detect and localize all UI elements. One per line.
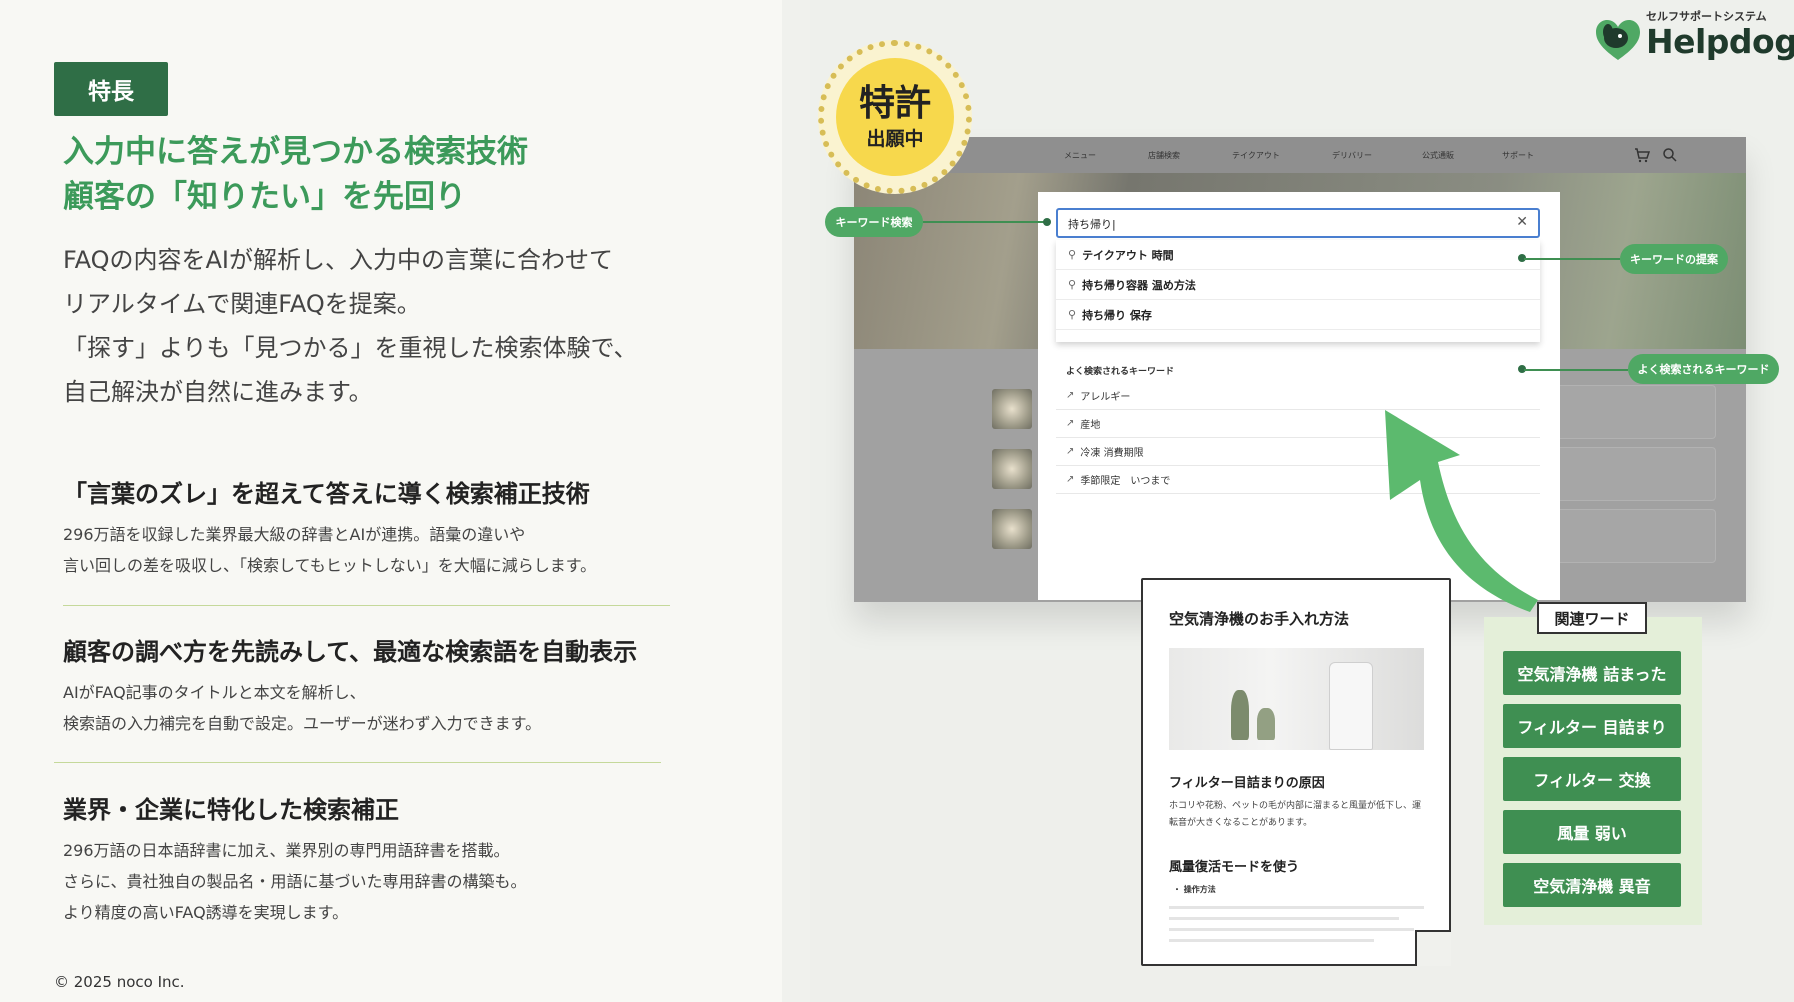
feature-3-line-1: 296万語の日本語辞書に加え、業界別の専門用語辞書を搭載。 <box>63 841 510 860</box>
callout-line <box>1524 369 1628 371</box>
lead-line-3: 「探す」よりも「見つかる」を重視した検索体験で、 <box>63 334 638 362</box>
feature-1: 「言葉のズレ」を超えて答えに導く検索補正技術 296万語を収録した業界最大級の辞… <box>63 474 596 581</box>
copyright: © 2025 noco Inc. <box>54 973 185 991</box>
popular-keywords-title: よく検索されるキーワード <box>1066 367 1175 377</box>
feature-3-line-3: より精度の高いFAQ誘導を実現します。 <box>63 903 349 922</box>
article-subheading: 風量復活モードを使う <box>1169 860 1300 875</box>
search-input[interactable]: 持ち帰り| ✕ <box>1056 208 1540 238</box>
lead-text: FAQの内容をAIが解析し、入力中の言葉に合わせて リアルタイムで関連FAQを提… <box>63 238 638 414</box>
callout-line <box>923 221 1047 223</box>
ghost-card <box>1554 509 1716 563</box>
nav-item[interactable]: サポート <box>1502 150 1534 161</box>
related-word-button[interactable]: フィルター 目詰まり <box>1503 704 1681 748</box>
headline-line-2: 顧客の「知りたい」を先回り <box>63 179 466 215</box>
trending-icon: ↗ <box>1066 390 1075 401</box>
suggestion-label: 持ち帰り容器 温め方法 <box>1082 278 1196 292</box>
suggestion-item[interactable]: ⚲ テイクアウト 時間 <box>1056 240 1540 270</box>
food-thumbnail <box>992 449 1032 489</box>
suggestion-item[interactable]: ⚲ 持ち帰り容器 温め方法 <box>1056 270 1540 300</box>
logo-wordmark: Helpdog <box>1646 22 1794 61</box>
divider <box>54 762 661 763</box>
nav-item[interactable]: テイクアウト <box>1232 150 1280 161</box>
search-input-value: 持ち帰り| <box>1068 218 1116 231</box>
article-heading: フィルター目詰まりの原因 <box>1169 776 1325 791</box>
trending-icon: ↗ <box>1066 418 1075 429</box>
text-placeholder-bar <box>1169 906 1424 909</box>
suggestion-item[interactable]: ⚲ 持ち帰り 保存 <box>1056 300 1540 330</box>
dog-heart-icon <box>1596 20 1640 60</box>
tag-popular-keywords: よく検索されるキーワード <box>1628 354 1779 384</box>
air-purifier-photo <box>1169 648 1424 750</box>
text-placeholder-bar <box>1169 939 1374 942</box>
faq-article-card: 空気清浄機のお手入れ方法 フィルター目詰まりの原因 ホコリや花粉、ペットの毛が内… <box>1141 578 1451 966</box>
feature-3: 業界・企業に特化した検索補正 296万語の日本語辞書に加え、業界別の専門用語辞書… <box>63 790 527 928</box>
callout-dot <box>1043 218 1051 226</box>
search-icon: ⚲ <box>1068 248 1077 261</box>
related-words-title: 関連ワード <box>1537 602 1647 634</box>
medal-inner: 特許 出願中 <box>836 58 954 176</box>
related-word-button[interactable]: 空気清浄機 詰まった <box>1503 651 1681 695</box>
food-thumbnail <box>992 389 1032 429</box>
nav-item[interactable]: 公式通販 <box>1422 150 1454 161</box>
lead-line-4: 自己解決が自然に進みます。 <box>63 378 373 406</box>
article-list-item: ・ 操作方法 <box>1173 885 1216 894</box>
feature-1-title: 「言葉のズレ」を超えて答えに導く検索補正技術 <box>63 480 590 508</box>
text-placeholder-bar <box>1169 917 1399 920</box>
feature-panel: 特長 入力中に答えが見つかる検索技術 顧客の「知りたい」を先回り FAQの内容を… <box>0 0 782 1002</box>
medal-main-text: 特許 <box>858 82 931 124</box>
feature-2-line-1: AIがFAQ記事のタイトルと本文を解析し、 <box>63 683 366 702</box>
patent-pending-medal: 特許 出願中 <box>818 40 972 194</box>
headline-line-1: 入力中に答えが見つかる検索技術 <box>63 134 528 170</box>
tag-keyword-search: キーワード検索 <box>825 207 923 237</box>
popular-keyword-label: 産地 <box>1080 420 1101 431</box>
feature-1-line-1: 296万語を収録した業界最大級の辞書とAIが連携。語彙の違いや <box>63 525 526 544</box>
related-word-button[interactable]: フィルター 交換 <box>1503 757 1681 801</box>
nav-item[interactable]: デリバリー <box>1332 150 1372 161</box>
plant-shape <box>1257 708 1275 740</box>
text-placeholder-bar <box>1169 928 1414 931</box>
close-icon[interactable]: ✕ <box>1516 214 1528 230</box>
lead-line-1: FAQの内容をAIが解析し、入力中の言葉に合わせて <box>63 246 613 274</box>
lead-line-2: リアルタイムで関連FAQを提案。 <box>63 290 421 318</box>
medal-sub-text: 出願中 <box>866 127 924 150</box>
popular-keyword-label: 季節限定 いつまで <box>1080 476 1171 487</box>
suggestion-label: テイクアウト 時間 <box>1082 248 1174 262</box>
trending-icon: ↗ <box>1066 446 1075 457</box>
divider <box>63 605 670 606</box>
popular-keyword-label: アレルギー <box>1080 392 1131 403</box>
trending-icon: ↗ <box>1066 474 1075 485</box>
headline: 入力中に答えが見つかる検索技術 顧客の「知りたい」を先回り <box>63 130 528 220</box>
cart-icon[interactable] <box>1634 147 1650 163</box>
feature-2-line-2: 検索語の入力補完を自動で設定。ユーザーが迷わず入力できます。 <box>63 714 542 733</box>
related-word-button[interactable]: 風量 弱い <box>1503 810 1681 854</box>
purifier-shape <box>1329 662 1373 750</box>
ghost-card <box>1554 385 1716 439</box>
feature-2: 顧客の調べ方を先読みして、最適な検索語を自動表示 AIがFAQ記事のタイトルと本… <box>63 632 637 739</box>
feature-1-line-2: 言い回しの差を吸収し、「検索してもヒットしない」を大幅に減らします。 <box>63 556 597 575</box>
article-title: 空気清浄機のお手入れ方法 <box>1169 610 1350 628</box>
plant-shape <box>1231 690 1249 740</box>
related-word-button[interactable]: 空気清浄機 異音 <box>1503 863 1681 907</box>
feature-3-line-2: さらに、貴社独自の製品名・用語に基づいた専用辞書の構築も。 <box>63 872 527 891</box>
article-paragraph: ホコリや花粉、ペットの毛が内部に溜まると風量が低下し、運転音が大きくなることがあ… <box>1169 801 1422 828</box>
search-icon: ⚲ <box>1068 278 1077 291</box>
popular-keyword-label: 冷凍 消費期限 <box>1080 448 1144 459</box>
suggestion-label: 持ち帰り 保存 <box>1082 308 1152 322</box>
search-icon[interactable] <box>1662 147 1678 163</box>
feature-3-title: 業界・企業に特化した検索補正 <box>63 796 399 824</box>
nav-item[interactable]: 店舗検索 <box>1148 150 1180 161</box>
mock-nav: メニュー 店舗検索 テイクアウト デリバリー 公式通販 サポート <box>854 137 1746 173</box>
search-icon: ⚲ <box>1068 308 1077 321</box>
callout-line <box>1524 258 1620 260</box>
page-fold <box>1415 930 1451 966</box>
ghost-card <box>1554 447 1716 501</box>
tag-keyword-suggest: キーワードの提案 <box>1620 244 1728 274</box>
food-thumbnail <box>992 509 1032 549</box>
suggestion-list: ⚲ テイクアウト 時間 ⚲ 持ち帰り容器 温め方法 ⚲ 持ち帰り 保存 <box>1056 240 1540 342</box>
feature-2-title: 顧客の調べ方を先読みして、最適な検索語を自動表示 <box>63 638 638 666</box>
nav-item[interactable]: メニュー <box>1064 150 1096 161</box>
feature-badge: 特長 <box>54 62 168 116</box>
